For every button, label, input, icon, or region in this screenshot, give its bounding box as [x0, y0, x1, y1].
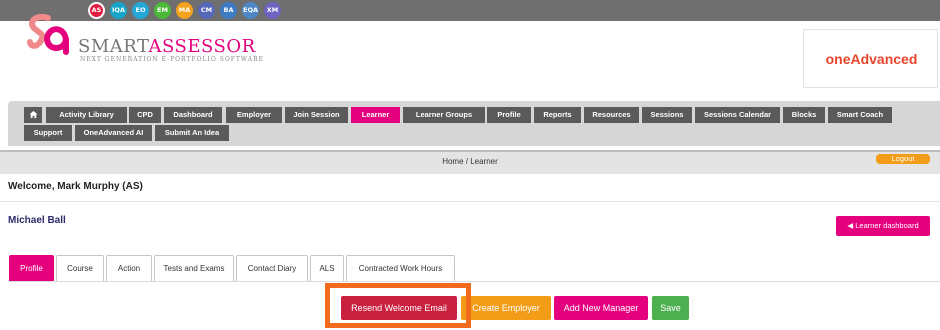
role-bar: AS IQA EO EM MA CM BA EQA XM	[0, 0, 940, 21]
learner-dashboard-button[interactable]: ◀ Learner dashboard	[836, 216, 930, 236]
nav-activity-library[interactable]: Activity Library	[46, 107, 127, 123]
brand-tagline: NEXT GENERATION E-PORTFOLIO SOFTWARE	[80, 56, 265, 63]
nav-cpd[interactable]: CPD	[129, 107, 161, 123]
nav-oneadvanced-ai[interactable]: OneAdvanced AI	[75, 125, 152, 141]
create-employer-button[interactable]: Create Employer	[461, 296, 551, 320]
role-cm[interactable]: CM	[198, 2, 215, 19]
nav-resources[interactable]: Resources	[584, 107, 639, 123]
add-new-manager-button[interactable]: Add New Manager	[554, 296, 648, 320]
partner-logo-text: oneAdvanced	[825, 51, 918, 67]
tab-underline	[8, 281, 940, 282]
role-eo[interactable]: EO	[132, 2, 149, 19]
role-as[interactable]: AS	[88, 2, 105, 19]
partner-logo: oneAdvanced	[803, 29, 938, 88]
breadcrumb: Home / Learner	[442, 157, 498, 166]
smartassessor-logo-icon	[27, 14, 69, 55]
role-iqa[interactable]: IQA	[110, 2, 127, 19]
home-icon	[28, 110, 38, 119]
welcome-text: Welcome, Mark Murphy (AS)	[8, 181, 143, 192]
nav-join-session[interactable]: Join Session	[285, 107, 348, 123]
nav-sessions[interactable]: Sessions	[642, 107, 692, 123]
brand-name: SMARTASSESSOR	[78, 36, 256, 57]
nav-submit-an-idea[interactable]: Submit An Idea	[155, 125, 229, 141]
tab-contracted-work-hours[interactable]: Contracted Work Hours	[346, 255, 455, 282]
nav-learner[interactable]: Learner	[351, 107, 400, 123]
nav-employer[interactable]: Employer	[226, 107, 282, 123]
nav-dashboard[interactable]: Dashboard	[164, 107, 222, 123]
nav-smart-coach[interactable]: Smart Coach	[828, 107, 892, 123]
divider	[0, 201, 940, 202]
arrow-left-icon: ◀	[847, 221, 854, 230]
role-em[interactable]: EM	[154, 2, 171, 19]
learner-dashboard-label: Learner dashboard	[855, 221, 919, 230]
role-ma[interactable]: MA	[176, 2, 193, 19]
nav-blocks[interactable]: Blocks	[783, 107, 825, 123]
nav-home[interactable]	[24, 107, 42, 123]
nav-support[interactable]: Support	[24, 125, 72, 141]
highlight-box	[325, 283, 471, 328]
save-button[interactable]: Save	[652, 296, 689, 320]
tab-profile[interactable]: Profile	[9, 255, 54, 282]
logout-button[interactable]: Logout	[876, 154, 930, 164]
nav-sessions-calendar[interactable]: Sessions Calendar	[695, 107, 780, 123]
tab-course[interactable]: Course	[56, 255, 104, 282]
tab-als[interactable]: ALS	[310, 255, 344, 282]
tab-action[interactable]: Action	[106, 255, 152, 282]
nav-learner-groups[interactable]: Learner Groups	[403, 107, 485, 123]
role-xm[interactable]: XM	[264, 2, 281, 19]
nav-reports[interactable]: Reports	[534, 107, 581, 123]
breadcrumb-bar: Home / Learner	[0, 150, 940, 174]
learner-name: Michael Ball	[8, 215, 66, 226]
role-ba[interactable]: BA	[220, 2, 237, 19]
main-nav: Activity Library CPD Dashboard Employer …	[8, 101, 940, 146]
nav-profile[interactable]: Profile	[487, 107, 531, 123]
tab-tests-and-exams[interactable]: Tests and Exams	[154, 255, 234, 282]
role-eqa[interactable]: EQA	[242, 2, 259, 19]
tab-contact-diary[interactable]: Contact Diary	[236, 255, 308, 282]
